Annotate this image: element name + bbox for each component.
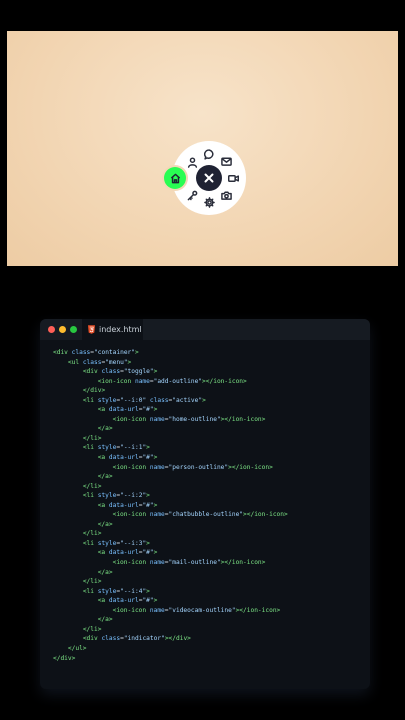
code-line: </li> [82, 625, 102, 633]
videocam-icon[interactable] [226, 171, 240, 185]
maximize-window-button[interactable] [70, 326, 77, 333]
code-line: <ion-icon name="person-outline"></ion-ic… [112, 463, 273, 471]
code-editor-window: index.html <div class="container"> <ul c… [40, 319, 370, 689]
close-window-button[interactable] [48, 326, 55, 333]
mail-icon[interactable] [219, 154, 233, 168]
minimize-window-button[interactable] [59, 326, 66, 333]
editor-titlebar: index.html [40, 319, 370, 340]
code-line: </ul> [67, 644, 87, 652]
code-line: <ion-icon name="add-outline"></ion-icon> [97, 377, 247, 385]
chatbubble-icon[interactable] [202, 147, 216, 161]
code-line: <li style="--i:1"> [82, 444, 150, 452]
active-indicator[interactable] [164, 167, 186, 189]
html5-icon [88, 325, 95, 334]
code-line: </a> [97, 616, 113, 624]
code-line: <li style="--i:4"> [82, 587, 150, 595]
code-line: <a data-url="#"> [97, 501, 158, 509]
code-line: <ion-icon name="videocam-outline"></ion-… [112, 606, 281, 614]
code-line: <a data-url="#"> [97, 597, 158, 605]
code-line: <a data-url="#"> [97, 549, 158, 557]
code-line: </li> [82, 434, 102, 442]
code-line: <ion-icon name="home-outline"></ion-icon… [112, 415, 266, 423]
code-line: <div class="indicator"></div> [82, 635, 191, 643]
code-line: </div> [53, 654, 76, 662]
code-line: </li> [82, 530, 102, 538]
code-line: <ion-icon name="chatbubble-outline"></io… [112, 511, 288, 519]
code-line: <a data-url="#"> [97, 454, 158, 462]
file-tab-label: index.html [99, 325, 142, 334]
file-tab[interactable]: index.html [82, 319, 143, 340]
preview-panel [7, 31, 398, 266]
code-line: <li style="--i:3"> [82, 539, 150, 547]
code-line: </a> [97, 473, 113, 481]
toggle-button[interactable] [196, 165, 222, 191]
code-line: </li> [82, 578, 102, 586]
code-line: <li style="--i:0" class="active"> [82, 396, 206, 404]
code-area[interactable]: <div class="container"> <ul class="menu"… [40, 340, 370, 663]
code-line: </a> [97, 520, 113, 528]
home-icon [170, 173, 180, 183]
close-icon [204, 173, 214, 183]
code-line: </a> [97, 425, 113, 433]
key-icon[interactable] [185, 188, 199, 202]
code-line: </a> [97, 568, 113, 576]
code-line: <ul class="menu"> [67, 358, 132, 366]
camera-icon[interactable] [219, 188, 233, 202]
settings-icon[interactable] [202, 195, 216, 209]
code-line: <ion-icon name="mail-outline"></ion-icon… [112, 559, 266, 567]
code-line: <div class="container"> [53, 349, 139, 356]
code-line: <div class="toggle"> [82, 368, 158, 376]
person-icon[interactable] [185, 155, 199, 169]
code-line: <a data-url="#"> [97, 406, 158, 414]
code-line: </div> [82, 387, 106, 395]
code-line: </li> [82, 482, 102, 490]
code-line: <li style="--i:2"> [82, 492, 150, 500]
